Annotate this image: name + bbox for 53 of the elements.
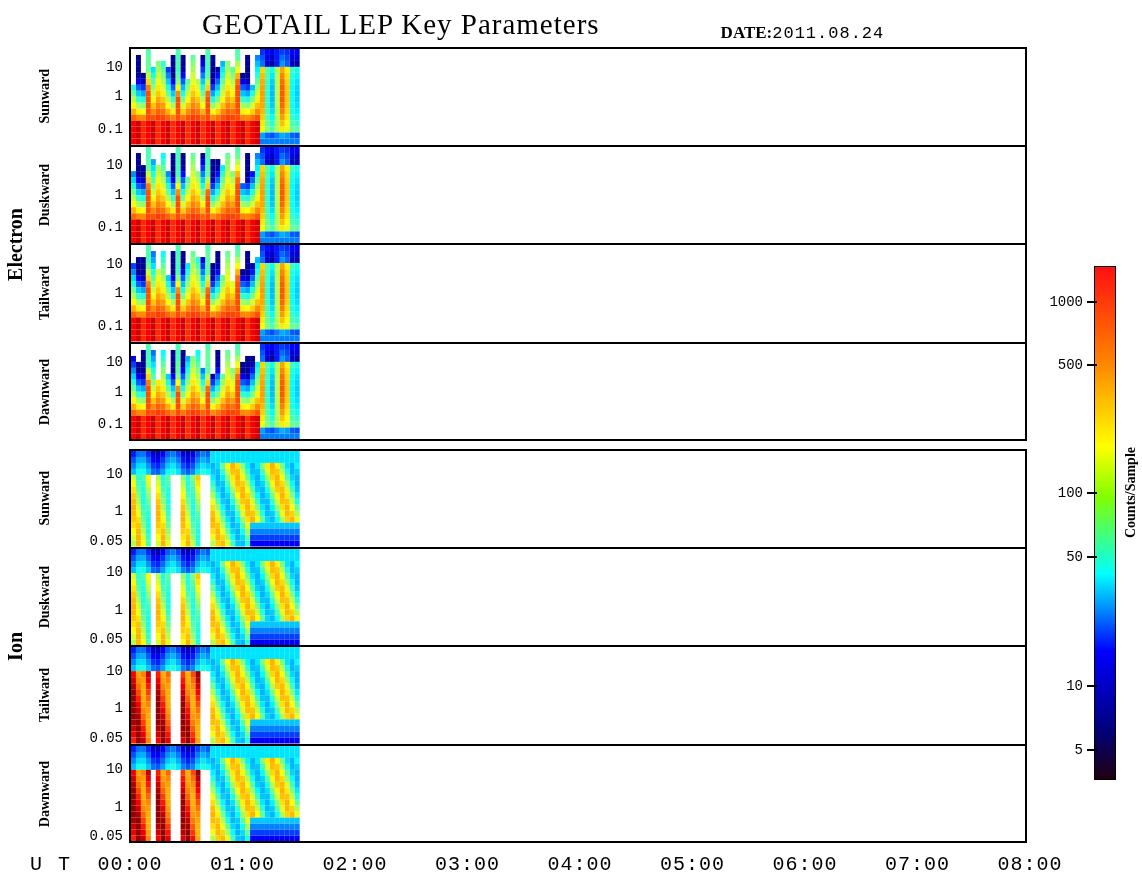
axis-tick-label: 10	[106, 59, 123, 74]
colorbar-tick-label: 1000	[1049, 295, 1097, 309]
axis-tick-label: 0.1	[97, 417, 123, 432]
axis-tick-label: 1	[114, 799, 123, 814]
axis-tick-label: 1	[114, 187, 123, 202]
colorbar-tick-label: 500	[1057, 358, 1097, 372]
colorbar-tick-label: 100	[1057, 486, 1097, 500]
panel-label: Duskward	[37, 565, 53, 628]
axis-tick-label: 1	[114, 602, 123, 617]
panel-label: Duskward	[37, 163, 53, 226]
time-tick-label: 02:00	[322, 853, 388, 876]
colorbar-label: Counts/Sample	[1123, 447, 1139, 539]
panel-label: Tailward	[37, 266, 53, 321]
axis-tick-label: 1	[114, 286, 123, 301]
panel-label: Sunward	[37, 471, 53, 526]
axis-tick-label: 0.1	[97, 121, 123, 136]
time-tick-label: 03:00	[435, 853, 500, 876]
panel-label: Tailward	[37, 668, 53, 723]
time-tick-label: 07:00	[885, 853, 950, 876]
axis-tick-label: 0.05	[89, 829, 123, 844]
time-tick-label: 00:00	[97, 853, 163, 876]
axis-tick-label: 10	[106, 663, 123, 678]
axis-tick-label: 10	[106, 355, 123, 370]
time-tick-label: 05:00	[660, 853, 725, 876]
panel-label: Sunward	[37, 69, 53, 124]
axis-tick-label: 1	[114, 504, 123, 519]
axis-tick-label: 10	[106, 466, 123, 481]
colorbar-tick-label: 50	[1066, 550, 1097, 564]
time-tick-label: 01:00	[210, 853, 275, 876]
axis-tick-label: 10	[106, 158, 123, 173]
chart-title: GEOTAIL LEP Key Parameters	[202, 10, 600, 39]
axis-tick-label: 0.1	[97, 220, 123, 235]
group-label: Ion	[3, 631, 27, 661]
time-tick-label: 06:00	[772, 853, 838, 876]
date-label: DATE:2011.08.24	[720, 23, 885, 43]
axis-tick-label: 1	[114, 701, 123, 716]
axis-label: U T	[30, 853, 72, 876]
axis-tick-label: 10	[106, 256, 123, 271]
axis-tick-label: 10	[106, 565, 123, 580]
time-tick-label: 04:00	[547, 853, 613, 876]
axis-tick-label: 10	[106, 762, 123, 777]
axis-tick-label: 0.05	[89, 533, 123, 548]
axis-tick-label: 0.1	[97, 318, 123, 333]
colorbar-tick-label: 5	[1074, 743, 1097, 757]
axis-tick-label: 1	[114, 89, 123, 104]
group-label: Electron	[3, 207, 27, 281]
colorbar-tick-label: 10	[1066, 679, 1097, 693]
time-tick-label: 08:00	[997, 853, 1063, 876]
panel-label: Dawnward	[37, 358, 53, 425]
axis-tick-label: 0.05	[89, 730, 123, 745]
axis-tick-label: 0.05	[89, 632, 123, 647]
axis-tick-label: 1	[114, 384, 123, 399]
panel-label: Dawnward	[37, 760, 53, 827]
